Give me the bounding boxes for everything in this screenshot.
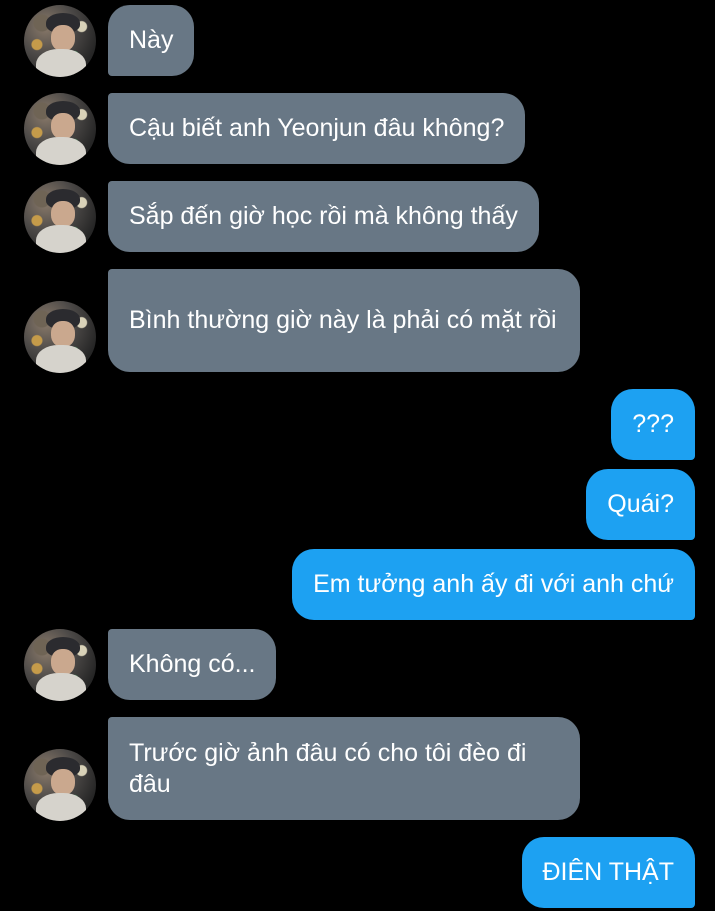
sent-message-bubble[interactable]: ĐIÊN THẬT [521, 837, 695, 908]
received-message-bubble[interactable]: Này [108, 5, 195, 76]
contact-avatar[interactable] [24, 301, 96, 373]
contact-avatar[interactable] [24, 93, 96, 165]
contact-avatar[interactable] [24, 181, 96, 253]
received-message-bubble[interactable]: Trước giờ ảnh đâu có cho tôi đèo đi đâu [108, 717, 580, 820]
message-text: Quái? [607, 490, 674, 518]
message-text: Bình thường giờ này là phải có mặt rồi [129, 306, 557, 334]
message-text: Này [129, 26, 174, 54]
sent-message-bubble[interactable]: ??? [611, 389, 695, 460]
message-text: ??? [632, 410, 674, 438]
received-message-bubble[interactable]: Sắp đến giờ học rồi mà không thấy [108, 181, 539, 252]
contact-avatar[interactable] [24, 5, 96, 77]
message-text: Cậu biết anh Yeonjun đâu không? [129, 114, 505, 142]
received-message-bubble[interactable]: Cậu biết anh Yeonjun đâu không? [108, 93, 526, 164]
received-message-bubble[interactable]: Không có... [108, 629, 277, 700]
message-text: ĐIÊN THẬT [542, 858, 675, 886]
message-text: Em tưởng anh ấy đi với anh chứ [313, 570, 674, 598]
received-message-bubble[interactable]: Bình thường giờ này là phải có mặt rồi [108, 269, 580, 372]
sent-message-bubble[interactable]: Em tưởng anh ấy đi với anh chứ [292, 549, 695, 620]
message-text: Sắp đến giờ học rồi mà không thấy [129, 202, 518, 230]
contact-avatar[interactable] [24, 629, 96, 701]
message-text: Trước giờ ảnh đâu có cho tôi đèo đi đâu [129, 738, 527, 798]
contact-avatar[interactable] [24, 749, 96, 821]
message-text: Không có... [129, 650, 256, 678]
sent-message-bubble[interactable]: Quái? [586, 469, 695, 540]
